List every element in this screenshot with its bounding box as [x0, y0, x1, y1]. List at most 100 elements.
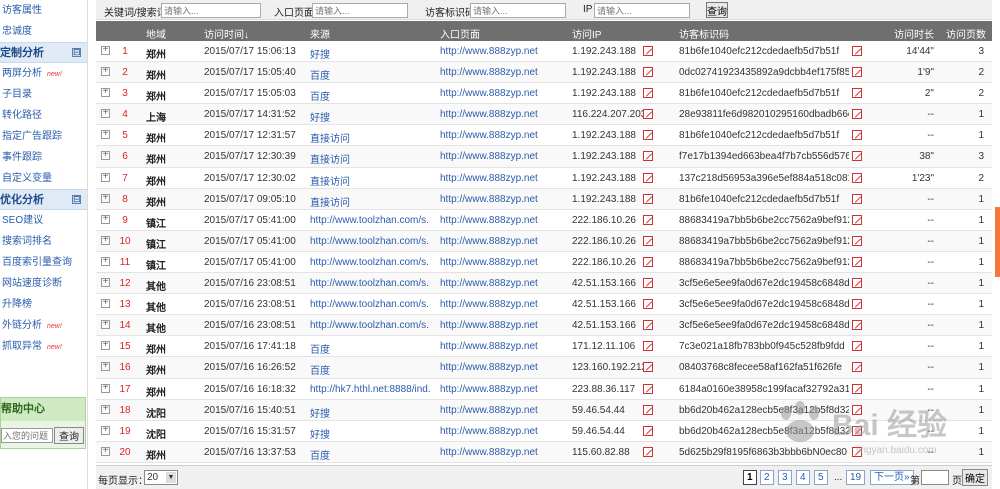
header-time[interactable]: 访问时间↓: [204, 26, 249, 41]
header-pages[interactable]: 访问页数: [946, 26, 986, 41]
visitor-detail-icon[interactable]: [852, 46, 862, 56]
table-row[interactable]: +5 郑州 2015/07/17 12:31:57 直接访问 http://www.88…: [96, 125, 992, 147]
row-source-link[interactable]: http://hk7.hthl.net:8888/ind...: [310, 384, 430, 395]
ip-detail-icon[interactable]: [643, 256, 653, 267]
row-entry-link[interactable]: http://www.888zyp.net: [440, 109, 550, 120]
visitor-detail-icon[interactable]: [852, 425, 862, 436]
row-source-link[interactable]: http://www.toolzhan.com/s...: [310, 320, 430, 331]
table-row[interactable]: +14 其他 2015/07/16 23:08:51 http://www.toolz…: [96, 315, 992, 337]
row-entry-link[interactable]: http://www.888zyp.net: [440, 341, 550, 352]
sidebar-item-11[interactable]: 搜索词排名: [0, 231, 87, 252]
help-search-button[interactable]: 查询: [54, 427, 84, 444]
sidebar-item-0[interactable]: 访客属性: [0, 0, 87, 21]
row-source-link[interactable]: 好搜: [310, 109, 430, 124]
row-source-link[interactable]: 直接访问: [310, 151, 430, 166]
page-last-button[interactable]: 19: [846, 470, 866, 485]
row-entry-link[interactable]: http://www.888zyp.net: [440, 426, 550, 437]
sidebar-item-13[interactable]: 网站速度诊断: [0, 273, 87, 294]
expand-icon[interactable]: +: [101, 362, 110, 372]
ip-detail-icon[interactable]: [643, 67, 653, 78]
table-row[interactable]: +7 郑州 2015/07/17 12:30:02 直接访问 http://www.88…: [96, 168, 992, 189]
ip-detail-icon[interactable]: [643, 88, 653, 99]
row-source-link[interactable]: http://www.toolzhan.com/s...: [310, 257, 430, 268]
row-source-link[interactable]: 好搜: [310, 46, 430, 61]
row-entry-link[interactable]: http://www.888zyp.net: [440, 88, 550, 99]
visitor-id-input[interactable]: [470, 3, 566, 18]
expand-icon[interactable]: +: [101, 214, 110, 224]
row-entry-link[interactable]: http://www.888zyp.net: [440, 362, 550, 373]
header-source[interactable]: 来源: [310, 26, 330, 41]
sidebar-item-7[interactable]: 事件跟踪: [0, 147, 87, 168]
ip-detail-icon[interactable]: [643, 172, 653, 183]
row-source-link[interactable]: http://www.toolzhan.com/s...: [310, 278, 430, 289]
ip-detail-icon[interactable]: [643, 46, 653, 56]
table-row[interactable]: +17 郑州 2015/07/16 16:18:32 http://hk7.hthl.…: [96, 379, 992, 400]
ip-detail-icon[interactable]: [643, 235, 653, 246]
row-entry-link[interactable]: http://www.888zyp.net: [440, 278, 550, 289]
header-duration[interactable]: 访问时长: [894, 26, 934, 41]
row-entry-link[interactable]: http://www.888zyp.net: [440, 130, 550, 141]
table-row[interactable]: +10 镇江 2015/07/17 05:41:00 http://www.toolz…: [96, 230, 992, 252]
row-source-link[interactable]: 百度: [310, 67, 430, 82]
visitor-detail-icon[interactable]: [852, 278, 862, 289]
ip-input[interactable]: [594, 3, 690, 18]
expand-icon[interactable]: +: [101, 109, 110, 119]
table-row[interactable]: +6 郑州 2015/07/17 12:30:39 直接访问 http://www.88…: [96, 146, 992, 168]
goto-page-input[interactable]: [921, 470, 949, 485]
row-entry-link[interactable]: http://www.888zyp.net: [440, 67, 550, 78]
visitor-detail-icon[interactable]: [852, 235, 862, 246]
row-source-link[interactable]: http://www.toolzhan.com/s...: [310, 215, 430, 226]
sidebar-item-8[interactable]: 自定义变量: [0, 168, 87, 189]
row-source-link[interactable]: 百度: [310, 341, 430, 356]
visitor-detail-icon[interactable]: [852, 299, 862, 310]
row-source-link[interactable]: 直接访问: [310, 194, 430, 209]
per-page-select[interactable]: 20 ▼: [144, 470, 178, 485]
table-row[interactable]: +20 郑州 2015/07/16 13:37:53 百度 http://www.888…: [96, 441, 992, 463]
expand-icon[interactable]: +: [101, 299, 110, 309]
sidebar-item-16[interactable]: 抓取异常 new!: [0, 336, 87, 357]
expand-icon[interactable]: +: [101, 383, 110, 393]
table-row[interactable]: +18 沈阳 2015/07/16 15:40:51 好搜 http://www.888…: [96, 399, 992, 421]
ip-detail-icon[interactable]: [643, 193, 653, 204]
ip-detail-icon[interactable]: [643, 151, 653, 162]
expand-icon[interactable]: +: [101, 278, 110, 288]
expand-icon[interactable]: +: [101, 446, 110, 456]
sidebar-item-5[interactable]: 转化路径: [0, 105, 87, 126]
table-row[interactable]: +3 郑州 2015/07/17 15:05:03 百度 http://www.888z…: [96, 83, 992, 105]
expand-icon[interactable]: +: [101, 130, 110, 140]
expand-icon[interactable]: +: [101, 256, 110, 266]
page-1-button[interactable]: 1: [743, 470, 757, 485]
page-2-button[interactable]: 2: [760, 470, 774, 485]
entry-page-input[interactable]: [312, 3, 408, 18]
ip-detail-icon[interactable]: [643, 214, 653, 225]
table-row[interactable]: +12 其他 2015/07/16 23:08:51 http://www.toolz…: [96, 273, 992, 295]
visitor-detail-icon[interactable]: [852, 383, 862, 394]
row-entry-link[interactable]: http://www.888zyp.net: [440, 447, 550, 458]
visitor-detail-icon[interactable]: [852, 341, 862, 352]
ip-detail-icon[interactable]: [643, 130, 653, 141]
row-entry-link[interactable]: http://www.888zyp.net: [440, 151, 550, 162]
row-entry-link[interactable]: http://www.888zyp.net: [440, 320, 550, 331]
goto-confirm-button[interactable]: 确定: [962, 469, 988, 486]
table-row[interactable]: +9 镇江 2015/07/17 05:41:00 http://www.toolzh…: [96, 210, 992, 231]
ip-detail-icon[interactable]: [643, 341, 653, 352]
ip-detail-icon[interactable]: [643, 320, 653, 331]
visitor-detail-icon[interactable]: [852, 256, 862, 267]
sidebar-item-14[interactable]: 升降榜: [0, 294, 87, 315]
ip-detail-icon[interactable]: [643, 109, 653, 120]
row-source-link[interactable]: http://www.toolzhan.com/s...: [310, 299, 430, 310]
sidebar-item-12[interactable]: 百度索引量查询: [0, 252, 87, 273]
table-row[interactable]: +11 镇江 2015/07/17 05:41:00 http://www.toolz…: [96, 252, 992, 274]
table-row[interactable]: +2 郑州 2015/07/17 15:05:40 百度 http://www.888z…: [96, 62, 992, 84]
expand-icon[interactable]: +: [101, 88, 110, 98]
expand-icon[interactable]: +: [101, 320, 110, 330]
page-4-button[interactable]: 4: [796, 470, 810, 485]
expand-icon[interactable]: +: [101, 425, 110, 435]
row-entry-link[interactable]: http://www.888zyp.net: [440, 236, 550, 247]
ip-detail-icon[interactable]: [643, 446, 653, 457]
row-source-link[interactable]: http://www.toolzhan.com/s...: [310, 236, 430, 247]
sidebar-item-15[interactable]: 外链分析 new!: [0, 315, 87, 336]
ip-detail-icon[interactable]: [643, 383, 653, 394]
visitor-detail-icon[interactable]: [852, 130, 862, 141]
help-search-input[interactable]: [1, 428, 53, 443]
